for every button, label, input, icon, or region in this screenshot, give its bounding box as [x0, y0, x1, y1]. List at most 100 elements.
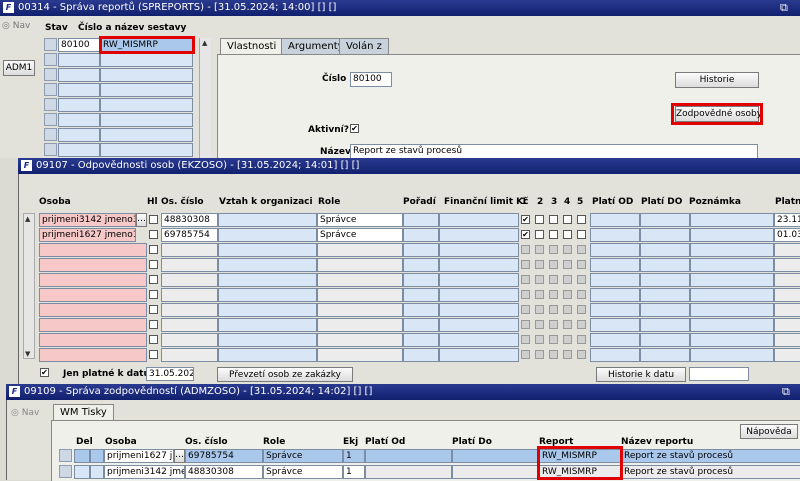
- role-cell[interactable]: [317, 258, 403, 272]
- platno-cell[interactable]: 01.03.: [774, 228, 800, 242]
- hl-checkbox[interactable]: [149, 320, 158, 329]
- flag1-checkbox[interactable]: [521, 305, 530, 314]
- limit-cell[interactable]: [439, 243, 519, 257]
- flag3-checkbox[interactable]: [549, 230, 558, 239]
- plati-do-cell[interactable]: [452, 465, 539, 479]
- flag1-checkbox[interactable]: ✔: [521, 215, 530, 224]
- limit-cell[interactable]: [439, 213, 519, 227]
- ekj-cell[interactable]: 1: [343, 465, 365, 479]
- row-selector[interactable]: [44, 128, 57, 141]
- flag2-checkbox[interactable]: [535, 215, 544, 224]
- report-number-cell[interactable]: [58, 128, 100, 142]
- plati-do-cell[interactable]: [640, 228, 690, 242]
- scroll-up-icon[interactable]: ▲: [25, 215, 30, 223]
- os-cislo-cell[interactable]: [161, 258, 218, 272]
- poznamka-cell[interactable]: [690, 318, 774, 332]
- hl-checkbox[interactable]: [149, 305, 158, 314]
- osoba-cell[interactable]: prijmeni1627 jmeno1627: [39, 228, 136, 242]
- osoba-cell[interactable]: [39, 303, 147, 317]
- role-cell[interactable]: [317, 348, 403, 362]
- hl-checkbox[interactable]: [149, 350, 158, 359]
- flag4-checkbox[interactable]: [563, 335, 572, 344]
- plati-do-cell[interactable]: [640, 258, 690, 272]
- hl-checkbox[interactable]: [149, 215, 158, 224]
- report-number-cell[interactable]: [58, 68, 100, 82]
- del-cell[interactable]: [74, 465, 90, 479]
- report-number-cell[interactable]: [58, 53, 100, 67]
- limit-cell[interactable]: [439, 273, 519, 287]
- report-number-cell[interactable]: [58, 98, 100, 112]
- flag-cell[interactable]: [90, 449, 104, 463]
- poradi-cell[interactable]: [403, 273, 439, 287]
- flag2-checkbox[interactable]: [535, 230, 544, 239]
- flag1-checkbox[interactable]: [521, 260, 530, 269]
- role-cell[interactable]: Správce: [263, 465, 343, 479]
- platno-cell[interactable]: [774, 243, 800, 257]
- tab-vlastnosti[interactable]: Vlastnosti: [220, 38, 284, 55]
- vztah-cell[interactable]: [218, 213, 317, 227]
- vztah-cell[interactable]: [218, 348, 317, 362]
- flag4-checkbox[interactable]: [563, 275, 572, 284]
- window-title-admzoso[interactable]: F 09109 - Správa zodpovědností (ADMZOSO) …: [6, 384, 800, 400]
- platno-cell[interactable]: [774, 318, 800, 332]
- osoba-cell[interactable]: [39, 243, 147, 257]
- os-cislo-cell[interactable]: 48830308: [185, 465, 263, 479]
- role-cell[interactable]: [317, 243, 403, 257]
- report-name-cell[interactable]: [100, 53, 193, 67]
- hl-checkbox[interactable]: [149, 230, 158, 239]
- flag2-checkbox[interactable]: [535, 335, 544, 344]
- os-cislo-cell[interactable]: [161, 303, 218, 317]
- row-selector[interactable]: [44, 38, 57, 51]
- tab-wm-tisky[interactable]: WM Tisky: [53, 404, 114, 421]
- row-selector[interactable]: [44, 113, 57, 126]
- window-title-ekzoso[interactable]: F 09107 - Odpovědnosti osob (EKZOSO) - [3…: [18, 158, 800, 174]
- plati-od-cell[interactable]: [590, 348, 640, 362]
- osoba-cell[interactable]: [39, 258, 147, 272]
- lov-button[interactable]: …: [136, 213, 147, 227]
- plati-do-cell[interactable]: [640, 348, 690, 362]
- vztah-cell[interactable]: [218, 228, 317, 242]
- flag4-checkbox[interactable]: [563, 350, 572, 359]
- os-cislo-cell[interactable]: 48830308: [161, 213, 218, 227]
- os-cislo-cell[interactable]: [161, 288, 218, 302]
- flag3-checkbox[interactable]: [549, 260, 558, 269]
- report-name-cell[interactable]: [100, 83, 193, 97]
- os-cislo-cell[interactable]: 69785754: [185, 449, 263, 463]
- flag4-checkbox[interactable]: [563, 260, 572, 269]
- aktivni-checkbox[interactable]: ✔: [350, 124, 359, 133]
- flag3-checkbox[interactable]: [549, 275, 558, 284]
- poradi-cell[interactable]: [403, 303, 439, 317]
- plati-do-cell[interactable]: [640, 303, 690, 317]
- flag3-checkbox[interactable]: [549, 350, 558, 359]
- historie-button[interactable]: Historie: [675, 72, 759, 88]
- flag4-checkbox[interactable]: [563, 320, 572, 329]
- poznamka-cell[interactable]: [690, 228, 774, 242]
- role-cell[interactable]: Správce: [317, 228, 403, 242]
- grid-scrollbar[interactable]: ▲ ▼: [23, 213, 35, 359]
- tab-volan-z[interactable]: Volán z: [339, 38, 389, 55]
- plati-do-cell[interactable]: [640, 318, 690, 332]
- flag4-checkbox[interactable]: [563, 230, 572, 239]
- flag3-checkbox[interactable]: [549, 290, 558, 299]
- osoba-cell[interactable]: [39, 348, 147, 362]
- flag3-checkbox[interactable]: [549, 320, 558, 329]
- platno-cell[interactable]: [774, 273, 800, 287]
- prevzeti-osob-button[interactable]: Převzetí osob ze zakázky: [217, 367, 353, 382]
- nav-toggle[interactable]: ◎ Nav: [2, 21, 30, 31]
- vztah-cell[interactable]: [218, 273, 317, 287]
- plati-od-cell[interactable]: [365, 465, 452, 479]
- report-number-cell[interactable]: [58, 113, 100, 127]
- flag4-checkbox[interactable]: [563, 290, 572, 299]
- platno-cell[interactable]: [774, 333, 800, 347]
- flag1-checkbox[interactable]: [521, 290, 530, 299]
- poznamka-cell[interactable]: [690, 213, 774, 227]
- vztah-cell[interactable]: [218, 318, 317, 332]
- poznamka-cell[interactable]: [690, 288, 774, 302]
- flag5-checkbox[interactable]: [577, 245, 586, 254]
- jen-platne-date[interactable]: 31.05.2024: [146, 367, 194, 381]
- poznamka-cell[interactable]: [690, 273, 774, 287]
- poradi-cell[interactable]: [403, 288, 439, 302]
- plati-od-cell[interactable]: [590, 213, 640, 227]
- role-cell[interactable]: [317, 288, 403, 302]
- scroll-down-icon[interactable]: ▼: [25, 350, 30, 358]
